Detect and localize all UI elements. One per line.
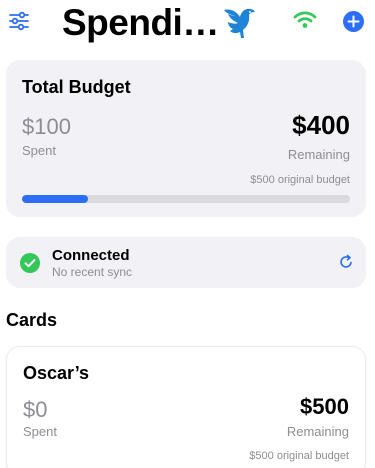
person-remaining-label: Remaining: [286, 424, 349, 439]
wifi-icon: [293, 11, 317, 28]
sliders-icon: [9, 11, 29, 31]
budget-original-label: $500 original budget: [250, 174, 350, 186]
budget-title: Total Budget: [22, 77, 131, 97]
budget-spent-label: Spent: [22, 143, 56, 158]
app-title: Spendi…: [62, 2, 219, 43]
bird-icon: [224, 8, 255, 39]
add-button[interactable]: [343, 11, 364, 32]
checkmark-icon: [20, 253, 40, 273]
budget-progress-bar: [22, 195, 350, 203]
sync-status-card: Connected No recent sync: [6, 237, 366, 288]
person-card-title: Oscar’s: [23, 363, 90, 383]
person-remaining-value: $500: [300, 394, 349, 419]
cards-section-title: Cards: [6, 310, 58, 330]
budget-spent-value: $100: [22, 114, 71, 139]
app-header: Spendi…: [0, 0, 375, 50]
person-card-oscar[interactable]: Oscar’s $0 Spent $500 Remaining $500 ori…: [6, 346, 366, 468]
refresh-icon: [340, 254, 352, 268]
refresh-button[interactable]: [338, 254, 354, 270]
sync-status-text: Connected: [52, 247, 130, 264]
total-budget-card[interactable]: Total Budget $100 Spent $400 Remaining $…: [6, 60, 366, 217]
person-spent-value: $0: [23, 397, 48, 422]
budget-progress-fill: [22, 195, 88, 203]
person-original-label: $500 original budget: [249, 450, 349, 462]
plus-icon: [347, 15, 360, 28]
budget-remaining-value: $400: [292, 110, 350, 140]
budget-remaining-label: Remaining: [287, 147, 350, 162]
filter-button[interactable]: [8, 10, 30, 32]
sync-detail-text: No recent sync: [52, 265, 133, 279]
person-spent-label: Spent: [23, 424, 57, 439]
